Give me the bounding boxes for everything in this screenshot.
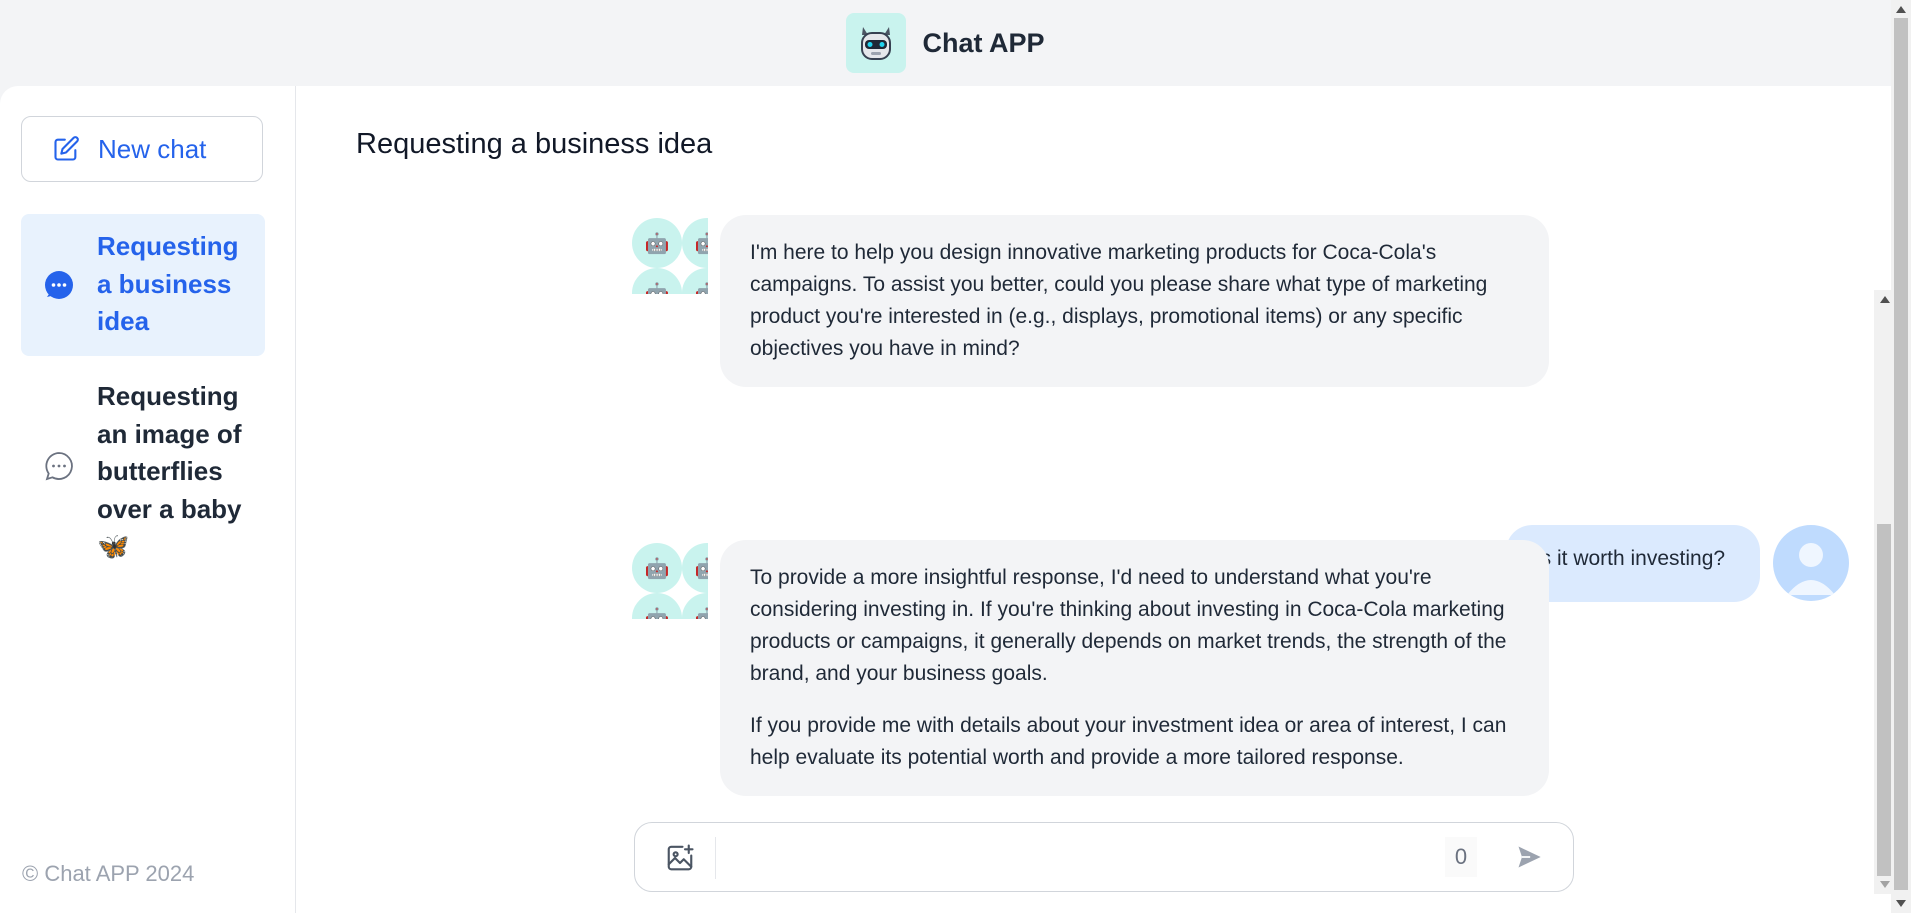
page-title: Requesting a business idea xyxy=(356,128,713,160)
robot-icon: 🤖 xyxy=(644,282,670,295)
app-shell: New chat Requesting a business idea Requ… xyxy=(0,86,1896,913)
composer-divider xyxy=(715,837,716,879)
scroll-up-arrow-icon[interactable] xyxy=(1896,6,1906,13)
send-icon xyxy=(1518,846,1541,868)
message-text: If you provide me with details about you… xyxy=(750,714,1507,769)
scroll-up-arrow-icon[interactable] xyxy=(1880,296,1890,303)
robot-icon: 🤖 xyxy=(644,232,670,255)
new-chat-label: New chat xyxy=(98,133,207,164)
robot-icon: 🤖 xyxy=(694,232,708,255)
message-bubble: I'm here to help you design innovative m… xyxy=(720,215,1549,387)
message-input[interactable] xyxy=(731,837,1435,879)
scrollbar-thumb[interactable] xyxy=(1894,18,1908,890)
app-header: Chat APP xyxy=(0,0,1891,86)
chat-bubble-icon xyxy=(45,271,73,299)
sidebar-item-requesting-business-idea[interactable]: Requesting a business idea xyxy=(21,214,265,356)
pencil-square-icon xyxy=(54,136,79,161)
char-count: 0 xyxy=(1445,837,1477,877)
sidebar-item-requesting-butterflies-image[interactable]: Requesting an image of butterflies over … xyxy=(21,364,265,568)
send-button[interactable] xyxy=(1515,843,1543,876)
robot-icon: 🤖 xyxy=(694,607,708,620)
robot-icon xyxy=(846,13,907,73)
message-list[interactable]: 🤖 🤖 🤖 🤖 I'm here to help you design inno… xyxy=(632,203,1849,796)
robot-icon: 🤖 xyxy=(644,607,670,620)
scroll-down-arrow-icon[interactable] xyxy=(1896,900,1906,907)
add-image-icon xyxy=(667,844,694,871)
message-text: To provide a more insightful response, I… xyxy=(750,566,1507,685)
sidebar-item-label: Requesting a business idea xyxy=(97,231,239,336)
chat-bubble-outline-icon xyxy=(45,452,73,481)
scroll-down-arrow-icon[interactable] xyxy=(1880,881,1890,888)
add-image-button[interactable] xyxy=(665,843,695,878)
copyright-text: © Chat APP 2024 xyxy=(22,861,195,886)
robot-icon: 🤖 xyxy=(694,282,708,295)
sidebar-item-label: Requesting an image of butterflies over … xyxy=(97,381,242,561)
page-scrollbar[interactable] xyxy=(1891,0,1911,913)
new-chat-button[interactable]: New chat xyxy=(21,116,263,182)
message-text: is it worth investing? xyxy=(1536,547,1726,570)
robot-icon: 🤖 xyxy=(694,557,708,580)
message-composer: 0 xyxy=(634,822,1574,892)
app-title: Chat APP xyxy=(922,27,1045,58)
robot-icon: 🤖 xyxy=(644,557,670,580)
sidebar: New chat Requesting a business idea Requ… xyxy=(0,86,296,913)
user-icon xyxy=(1787,543,1835,595)
bot-avatar: 🤖 🤖 🤖 🤖 xyxy=(632,218,708,294)
message-text: I'm here to help you design innovative m… xyxy=(750,241,1488,360)
user-avatar xyxy=(1773,525,1849,601)
chat-main: Requesting a business idea 🤖 🤖 🤖 🤖 I'm h… xyxy=(296,86,1896,913)
message-bubble: To provide a more insightful response, I… xyxy=(720,540,1549,796)
bot-avatar: 🤖 🤖 🤖 🤖 xyxy=(632,543,708,619)
